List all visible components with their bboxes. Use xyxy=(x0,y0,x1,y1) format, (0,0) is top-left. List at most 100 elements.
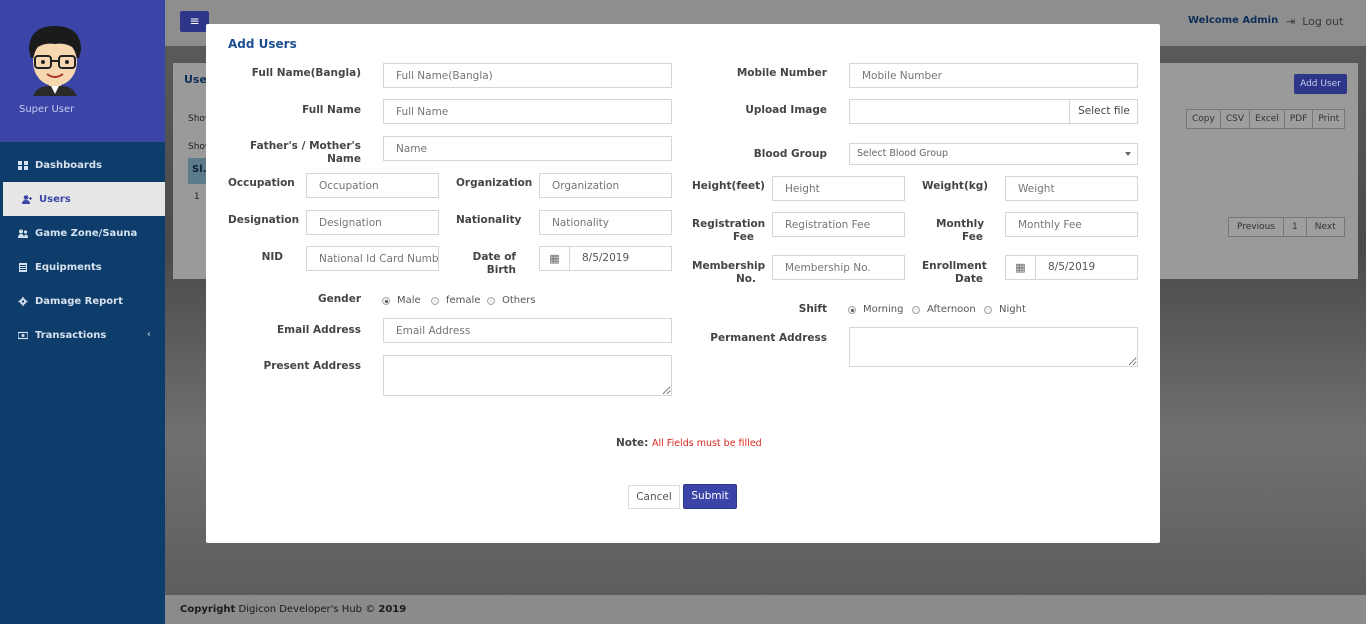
present-address-label: Present Address xyxy=(263,360,361,372)
registration-fee-input[interactable] xyxy=(772,212,905,237)
blood-group-label: Blood Group xyxy=(753,148,827,160)
profile-block: Super User xyxy=(0,0,165,142)
page-1-button[interactable]: 1 xyxy=(1283,217,1307,237)
form-note: Note: All Fields must be filled xyxy=(616,437,762,449)
sidebar-item-damage-report[interactable]: Damage Report xyxy=(0,284,165,318)
dob-input[interactable]: 8/5/2019 xyxy=(569,246,672,271)
sidebar-item-label: Damage Report xyxy=(35,295,123,307)
radio-label: Male xyxy=(397,295,421,306)
submit-button[interactable]: Submit xyxy=(683,484,737,509)
sidebar-item-dashboards[interactable]: Dashboards xyxy=(0,148,165,182)
shift-night-radio[interactable]: Night xyxy=(984,304,1026,315)
footer-company: Digicon Developer's Hub © xyxy=(238,604,376,615)
enrollment-date-input[interactable]: 8/5/2019 xyxy=(1035,255,1138,280)
radio-label: Afternoon xyxy=(927,304,976,315)
profile-name: Super User xyxy=(19,104,75,115)
weight-input[interactable] xyxy=(1005,176,1138,201)
membership-input[interactable] xyxy=(772,255,905,280)
organization-label: Organization xyxy=(456,177,533,189)
dob-label: Date of Birth xyxy=(472,251,516,276)
full-name-bangla-label: Full Name(Bangla) xyxy=(251,67,361,79)
upload-image-label: Upload Image xyxy=(745,104,827,116)
next-button[interactable]: Next xyxy=(1305,217,1345,237)
mobile-input[interactable] xyxy=(849,63,1138,88)
print-button[interactable]: Print xyxy=(1312,109,1346,129)
radio-label: Morning xyxy=(863,304,904,315)
footer-copyright: Copyright xyxy=(180,604,236,615)
gender-label: Gender xyxy=(317,293,361,305)
nid-input[interactable] xyxy=(306,246,439,271)
previous-button[interactable]: Previous xyxy=(1228,217,1285,237)
height-label: Height(feet) xyxy=(692,180,765,192)
present-address-input[interactable] xyxy=(383,355,672,396)
copy-button[interactable]: Copy xyxy=(1186,109,1221,129)
add-user-button[interactable]: Add User xyxy=(1294,74,1347,94)
gender-male-radio[interactable]: Male xyxy=(382,295,421,306)
calendar-icon[interactable]: ▦ xyxy=(1005,255,1036,280)
radio-icon xyxy=(912,305,920,314)
welcome-text: Welcome Admin xyxy=(1188,15,1279,26)
logout-link[interactable]: ⇥ Log out xyxy=(1286,15,1343,28)
full-name-input[interactable] xyxy=(383,99,672,124)
calendar-icon[interactable]: ▦ xyxy=(539,246,570,271)
table-cell: 1 xyxy=(194,192,200,202)
parent-name-label: Father's / Mother's Name xyxy=(250,140,361,165)
menu-toggle-button[interactable]: ≡ xyxy=(180,11,209,32)
radio-icon xyxy=(431,296,439,305)
designation-input[interactable] xyxy=(306,210,439,235)
gear-icon xyxy=(18,296,28,306)
registration-fee-label: Registration Fee xyxy=(692,218,766,243)
sidebar-item-users[interactable]: Users xyxy=(3,182,165,216)
enrollment-date-label: Enrollment Date xyxy=(922,260,987,285)
footer: Copyright Digicon Developer's Hub © 2019 xyxy=(165,595,1366,624)
monthly-fee-input[interactable] xyxy=(1005,212,1138,237)
select-file-button[interactable]: Select file xyxy=(1069,99,1138,125)
shift-label: Shift xyxy=(798,303,827,315)
full-name-label: Full Name xyxy=(302,104,361,116)
radio-selected-icon xyxy=(848,305,856,314)
sidebar-item-transactions[interactable]: Transactions ‹ xyxy=(0,318,165,352)
pagination: Previous 1 Next xyxy=(1228,217,1345,237)
mobile-label: Mobile Number xyxy=(736,67,827,79)
pdf-button[interactable]: PDF xyxy=(1283,109,1314,129)
sidebar: Super User Dashboards Users Game Zone/Sa… xyxy=(0,0,165,624)
permanent-address-label: Permanent Address xyxy=(710,332,827,344)
note-label: Note: xyxy=(616,437,649,449)
email-input[interactable] xyxy=(383,318,672,343)
blood-group-placeholder: Select Blood Group xyxy=(857,148,949,159)
gender-female-radio[interactable]: female xyxy=(431,295,480,306)
nationality-input[interactable] xyxy=(539,210,672,235)
export-buttons: Copy CSV Excel PDF Print xyxy=(1186,109,1346,129)
sidebar-item-equipments[interactable]: Equipments xyxy=(0,250,165,284)
radio-label: female xyxy=(446,295,481,306)
permanent-address-input[interactable] xyxy=(849,327,1138,367)
footer-year: 2019 xyxy=(378,604,407,615)
table-header-sl: Sl. xyxy=(188,158,208,184)
sidebar-item-label: Users xyxy=(39,193,71,205)
shift-morning-radio[interactable]: Morning xyxy=(848,304,903,315)
radio-icon xyxy=(487,296,495,305)
sidebar-item-game-zone[interactable]: Game Zone/Sauna xyxy=(0,216,165,250)
full-name-bangla-input[interactable] xyxy=(383,63,672,88)
radio-label: Others xyxy=(502,295,536,306)
height-input[interactable] xyxy=(772,176,905,201)
excel-button[interactable]: Excel xyxy=(1249,109,1285,129)
blood-group-select[interactable]: Select Blood Group xyxy=(849,143,1138,165)
nid-label: NID xyxy=(261,251,283,263)
gender-others-radio[interactable]: Others xyxy=(487,295,536,306)
csv-button[interactable]: CSV xyxy=(1219,109,1250,129)
users-icon xyxy=(18,229,28,238)
sidebar-menu: Dashboards Users Game Zone/Sauna Equipme… xyxy=(0,148,165,352)
parent-name-input[interactable] xyxy=(383,136,672,161)
add-users-modal: Add Users Full Name(Bangla) Full Name Fa… xyxy=(206,24,1160,543)
cancel-button[interactable]: Cancel xyxy=(628,485,680,509)
avatar xyxy=(29,26,81,96)
logout-icon: ⇥ xyxy=(1286,15,1296,28)
note-text: All Fields must be filled xyxy=(652,438,762,449)
organization-input[interactable] xyxy=(539,173,672,198)
email-label: Email Address xyxy=(276,324,361,336)
occupation-input[interactable] xyxy=(306,173,439,198)
sidebar-item-label: Dashboards xyxy=(35,159,102,171)
shift-afternoon-radio[interactable]: Afternoon xyxy=(912,304,976,315)
sidebar-item-label: Transactions xyxy=(35,329,107,341)
